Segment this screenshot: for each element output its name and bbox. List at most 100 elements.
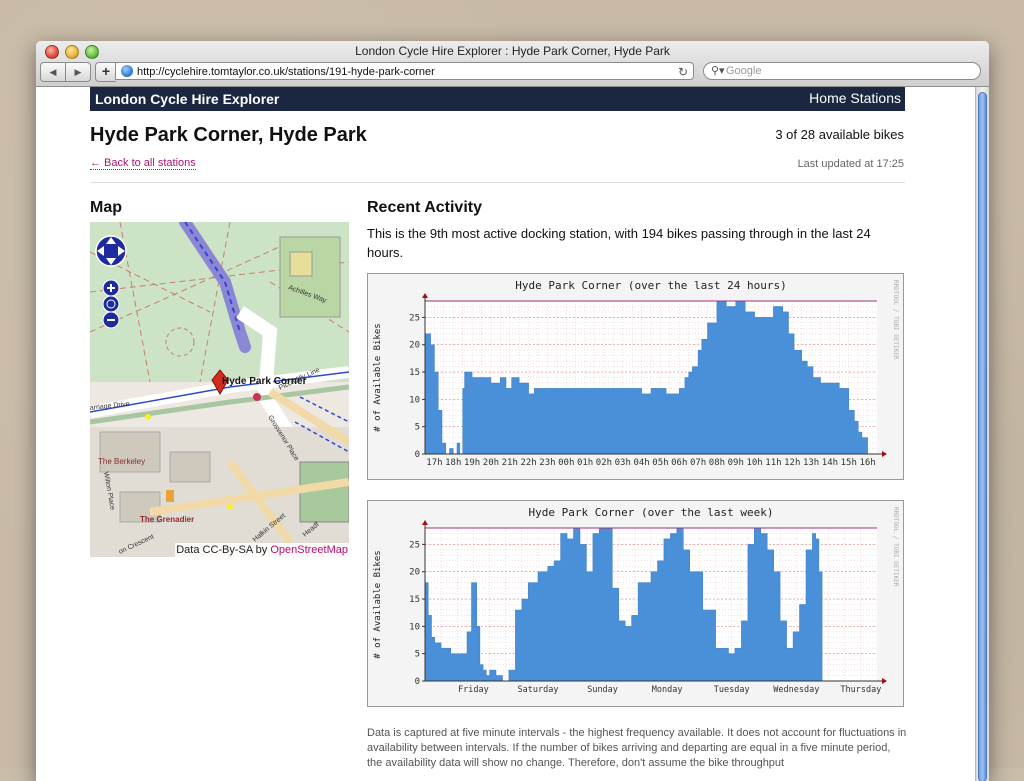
x-tick-label: Sunday (587, 685, 618, 695)
back-button[interactable]: ◀ (40, 62, 66, 82)
x-tick-label: 18h (445, 458, 461, 468)
vertical-scrollbar[interactable] (975, 87, 989, 781)
osm-link[interactable]: OpenStreetMap (270, 544, 348, 556)
activity-description: This is the 9th most active docking stat… (367, 226, 871, 260)
x-tick-label: Wednesday (773, 685, 819, 695)
x-axis-arrow-icon (882, 678, 887, 684)
x-tick-label: 12h (784, 458, 800, 468)
poi-dot-2 (227, 504, 233, 510)
y-tick-label: 20 (409, 341, 420, 351)
map-attribution: Data CC-By-SA by OpenStreetMap (175, 543, 349, 557)
attribution-text: Data CC-By-SA by (176, 544, 271, 556)
x-tick-label: 03h (615, 458, 631, 468)
x-tick-label: 13h (803, 458, 819, 468)
reload-icon[interactable]: ↻ (678, 63, 688, 81)
url-text[interactable]: http://cyclehire.tomtaylor.co.uk/station… (137, 63, 435, 81)
header-divider (90, 182, 905, 183)
scrollbar-thumb[interactable] (978, 92, 987, 781)
zoom-world-button[interactable] (102, 295, 120, 313)
x-tick-label: 02h (596, 458, 612, 468)
x-tick-label: 07h (690, 458, 706, 468)
map-heading: Map (90, 199, 122, 216)
add-bookmark-button[interactable]: + (95, 62, 116, 82)
green-block (279, 236, 341, 318)
y-tick-label: 10 (409, 622, 420, 632)
pub-icon (166, 490, 174, 502)
x-tick-label: 04h (633, 458, 649, 468)
x-tick-label: 15h (841, 458, 857, 468)
plus-icon: + (101, 63, 111, 79)
y-tick-label: 15 (409, 595, 420, 605)
map-canvas[interactable]: Hyde Park Corner Achilles Way Piccadilly… (90, 222, 349, 557)
x-tick-label: Friday (458, 685, 489, 695)
chart-title: Hyde Park Corner (over the last 24 hours… (515, 279, 787, 292)
station-map[interactable]: Hyde Park Corner Achilles Way Piccadilly… (90, 222, 349, 557)
globe-icon (121, 65, 133, 77)
page-content: London Cycle Hire Explorer Home Stations… (36, 87, 976, 781)
chart-last-week-svg: 0 5 10 15 20 25 Friday Saturday Sunday Monday Tues… (373, 506, 899, 695)
back-to-stations-link[interactable]: ← Back to all stations (90, 157, 196, 170)
search-placeholder: Google (726, 65, 762, 77)
yellow-building (289, 251, 313, 277)
history-nav: ◀ ▶ (40, 62, 91, 82)
x-tick-label: 16h (859, 458, 875, 468)
y-tick-label: 25 (409, 540, 420, 550)
rrdtool-watermark: RRDTOOL / TOBI OETIKER (892, 507, 899, 587)
title-bar: London Cycle Hire Explorer : Hyde Park C… (36, 41, 989, 87)
x-tick-label: 09h (728, 458, 744, 468)
search-field[interactable]: ⚲▾ Google (703, 62, 981, 80)
x-axis-arrow-icon (882, 451, 887, 457)
site-title[interactable]: London Cycle Hire Explorer (95, 91, 279, 107)
x-tick-label: 20h (483, 458, 499, 468)
x-tick-label: 10h (746, 458, 762, 468)
y-tick-label: 0 (415, 450, 420, 460)
back-arrow-icon: ◀ (49, 66, 57, 77)
x-tick-label: Saturday (518, 685, 559, 695)
window-title: London Cycle Hire Explorer : Hyde Park C… (355, 44, 670, 58)
x-tick-label: 17h (426, 458, 442, 468)
x-tick-label: 00h (558, 458, 574, 468)
forward-button[interactable]: ▶ (66, 62, 91, 82)
map-label-grenadier: The Grenadier (140, 515, 194, 524)
y-axis-label: # of Available Bikes (373, 550, 383, 658)
last-updated-text: Last updated at 17:25 (797, 158, 904, 170)
x-tick-label: 19h (464, 458, 480, 468)
rrdtool-watermark: RRDTOOL / TOBI OETIKER (892, 280, 899, 360)
x-tick-label: Tuesday (714, 685, 750, 695)
chart-title: Hyde Park Corner (over the last week) (528, 506, 773, 519)
poi-dot-1 (145, 414, 151, 420)
building-2 (169, 451, 211, 483)
map-label-berkeley: The Berkeley (98, 457, 145, 466)
y-tick-label: 0 (415, 677, 420, 687)
x-tick-label: 14h (822, 458, 838, 468)
y-tick-label: 15 (409, 368, 420, 378)
y-tick-label: 10 (409, 395, 420, 405)
page-title: Hyde Park Corner, Hyde Park (90, 124, 367, 146)
browser-window: London Cycle Hire Explorer : Hyde Park C… (36, 41, 989, 781)
x-tick-label: 23h (539, 458, 555, 468)
x-tick-label: 01h (577, 458, 593, 468)
home-stations-link[interactable]: Home Stations (809, 90, 901, 106)
tube-icon (253, 393, 261, 401)
x-tick-label: 05h (652, 458, 668, 468)
search-icon: ⚲▾ (711, 65, 725, 77)
site-header: London Cycle Hire Explorer Home Stations (90, 87, 905, 111)
recent-activity-heading: Recent Activity (367, 199, 482, 216)
chart-last-week: 0 5 10 15 20 25 Friday Saturday Sunday Monday Tues… (367, 500, 904, 707)
y-tick-label: 5 (415, 650, 420, 660)
forward-arrow-icon: ▶ (74, 66, 82, 77)
y-axis-label: # of Available Bikes (373, 323, 383, 431)
map-zoom-control[interactable] (102, 279, 120, 329)
y-tick-label: 20 (409, 568, 420, 578)
x-tick-label: 08h (709, 458, 725, 468)
x-tick-label: 21h (502, 458, 518, 468)
chart-24-hours-svg: 0 5 10 15 20 25 17h 18h 19h 20h 21h 22h 23h 00h 01h 02h… (373, 279, 899, 468)
x-tick-label: 11h (765, 458, 781, 468)
x-tick-label: Monday (652, 685, 683, 695)
y-tick-label: 25 (409, 313, 420, 323)
address-bar[interactable]: http://cyclehire.tomtaylor.co.uk/station… (115, 62, 694, 80)
y-tick-label: 5 (415, 423, 420, 433)
data-footnote: Data is captured at five minute interval… (367, 727, 907, 769)
chart-24-hours: 0 5 10 15 20 25 17h 18h 19h 20h 21h 22h 23h 00h 01h 02h… (367, 273, 904, 480)
map-pan-control[interactable] (95, 235, 127, 267)
